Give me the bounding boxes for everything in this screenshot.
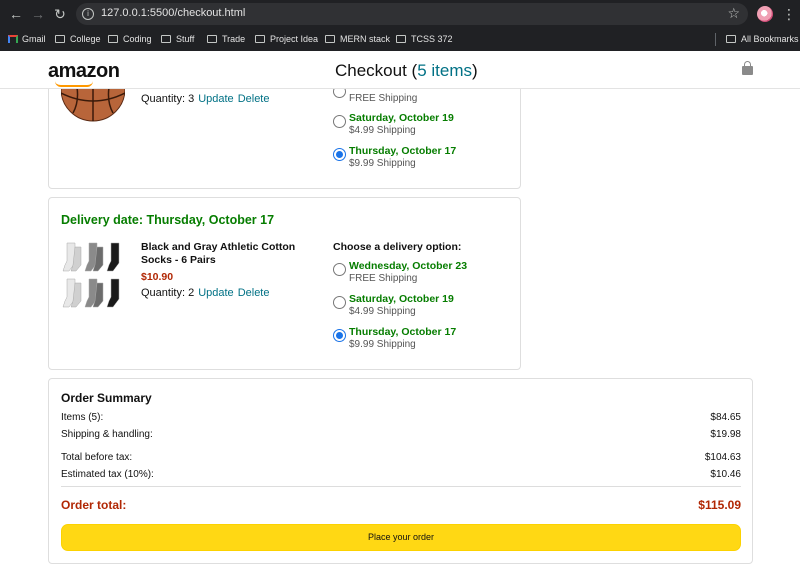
product-price: $10.90 — [141, 271, 174, 283]
delivery-radio-selected[interactable] — [333, 329, 346, 342]
gmail-icon — [8, 35, 18, 43]
more-menu-icon[interactable]: ⋮ — [782, 4, 796, 24]
summary-divider — [61, 486, 741, 487]
summary-row-items: Items (5): $84.65 — [61, 412, 741, 423]
bookmarks-bar: Gmail College Coding Stuff Trade Project… — [0, 28, 800, 50]
bookmark-trade[interactable]: Trade — [207, 32, 245, 46]
bookmark-tcss-372[interactable]: TCSS 372 — [396, 32, 453, 46]
bookmark-coding[interactable]: Coding — [108, 32, 152, 46]
back-icon[interactable]: ← — [6, 4, 26, 24]
delivery-option-date: Thursday, October 17 — [349, 145, 457, 157]
cart-item-socks: Delivery date: Thursday, October 17 Blac… — [48, 197, 521, 370]
summary-row-shipping: Shipping & handling: $19.98 — [61, 429, 741, 440]
folder-icon — [726, 35, 736, 43]
order-summary: Order Summary Items (5): $84.65 Shipping … — [48, 378, 753, 564]
delete-link[interactable]: Delete — [238, 93, 270, 105]
summary-row-total-before-tax: Total before tax: $104.63 — [61, 452, 741, 463]
update-link[interactable]: Update — [198, 93, 233, 105]
amazon-smile-icon — [55, 81, 93, 87]
delete-link[interactable]: Delete — [238, 287, 270, 299]
delivery-radio[interactable] — [333, 115, 346, 128]
folder-icon — [396, 35, 406, 43]
bookmark-stuff[interactable]: Stuff — [161, 32, 194, 46]
checkout-page: amazon Checkout (5 items) Quantity: 3 Upd… — [0, 51, 800, 576]
checkout-header: amazon Checkout (5 items) — [0, 51, 800, 89]
shipping-price: FREE Shipping — [349, 93, 418, 104]
shipping-price: $9.99 Shipping — [349, 339, 416, 350]
order-total-row: Order total: $115.09 — [61, 498, 741, 512]
folder-icon — [55, 35, 65, 43]
bookmark-star-icon[interactable]: ☆ — [727, 5, 740, 22]
lock-icon — [742, 61, 753, 75]
folder-icon — [108, 35, 118, 43]
quantity-label: Quantity: 2 Update Delete — [141, 287, 270, 299]
bookmark-mern-stack[interactable]: MERN stack — [325, 32, 390, 46]
reload-icon[interactable]: ↻ — [50, 4, 70, 24]
summary-row-estimated-tax: Estimated tax (10%): $10.46 — [61, 469, 741, 480]
bookmark-all-bookmarks[interactable]: All Bookmarks — [726, 32, 799, 46]
product-name: Black and Gray Athletic Cotton Socks - 6… — [141, 241, 296, 266]
bookmark-project-idea[interactable]: Project Idea — [255, 32, 318, 46]
url-text: 127.0.0.1:5500/checkout.html — [101, 7, 246, 19]
shipping-price: $4.99 Shipping — [349, 306, 416, 317]
items-count-link[interactable]: 5 items — [417, 61, 472, 80]
socks-image — [62, 242, 120, 308]
forward-icon[interactable]: → — [28, 4, 48, 24]
order-summary-title: Order Summary — [61, 391, 152, 405]
site-info-icon[interactable]: i — [82, 8, 94, 20]
folder-icon — [325, 35, 335, 43]
delivery-radio-selected[interactable] — [333, 148, 346, 161]
delivery-radio[interactable] — [333, 263, 346, 276]
shipping-price: $9.99 Shipping — [349, 158, 416, 169]
delivery-option-date: Wednesday, October 23 — [349, 260, 468, 272]
delivery-options-heading: Choose a delivery option: — [333, 241, 462, 253]
delivery-option-date: Saturday, October 19 — [349, 293, 454, 305]
bookmark-gmail[interactable]: Gmail — [8, 32, 46, 46]
quantity-label: Quantity: 3 Update Delete — [141, 93, 270, 105]
amazon-logo[interactable]: amazon — [48, 60, 120, 83]
place-order-button[interactable]: Place your order — [61, 524, 741, 551]
shipping-price: FREE Shipping — [349, 273, 418, 284]
bookmark-college[interactable]: College — [55, 32, 101, 46]
profile-avatar[interactable] — [757, 6, 773, 22]
update-link[interactable]: Update — [198, 287, 233, 299]
shipping-price: $4.99 Shipping — [349, 125, 416, 136]
bookmarks-divider — [715, 33, 716, 46]
page-title: Checkout (5 items) — [335, 61, 478, 80]
delivery-date-heading: Delivery date: Thursday, October 17 — [61, 213, 275, 227]
delivery-option-date: Thursday, October 17 — [349, 326, 457, 338]
address-bar[interactable]: i 127.0.0.1:5500/checkout.html ☆ — [76, 3, 748, 25]
folder-icon — [255, 35, 265, 43]
delivery-option-date: Saturday, October 19 — [349, 112, 454, 124]
delivery-radio[interactable] — [333, 296, 346, 309]
folder-icon — [207, 35, 217, 43]
folder-icon — [161, 35, 171, 43]
browser-toolbar: ← → ↻ i 127.0.0.1:5500/checkout.html ☆ ⋮ — [0, 0, 800, 28]
